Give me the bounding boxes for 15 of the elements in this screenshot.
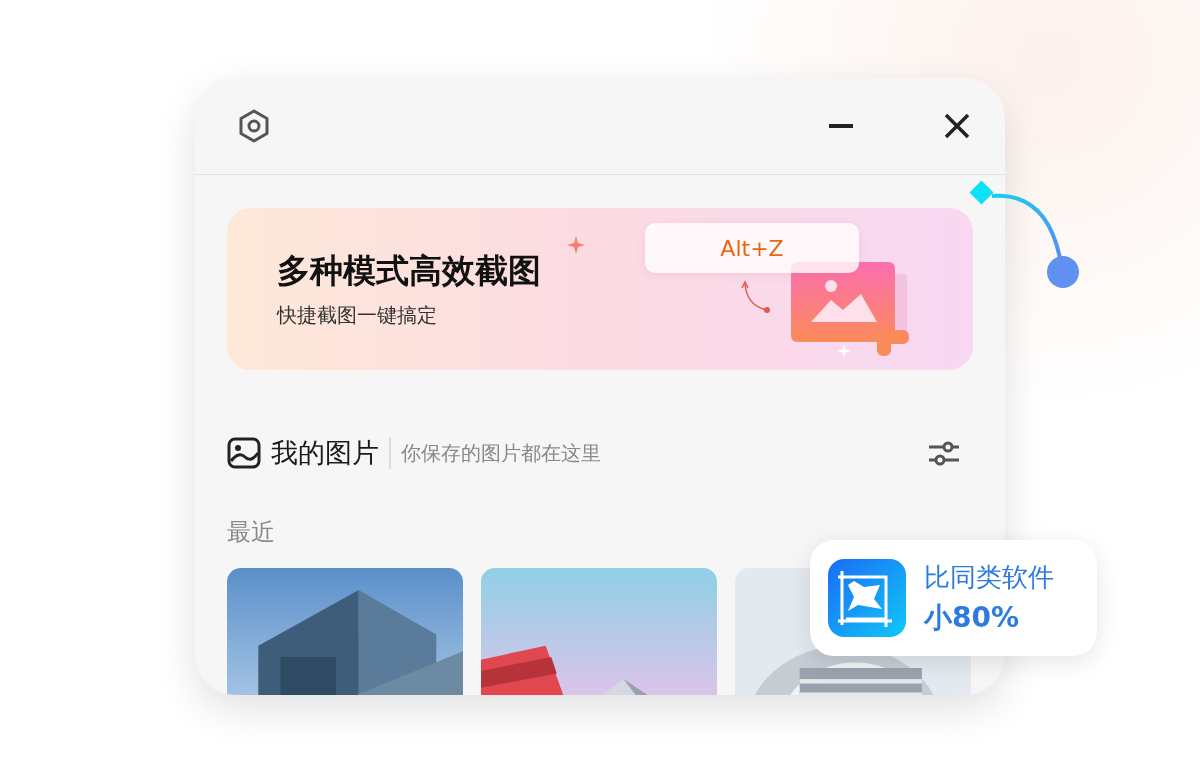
section-title: 我的图片 xyxy=(271,436,379,470)
app-logo-icon xyxy=(828,559,906,637)
image-icon xyxy=(227,437,261,469)
badge-text: 比同类软件 xyxy=(924,560,1054,594)
close-icon xyxy=(943,112,971,140)
settings-icon xyxy=(237,108,271,144)
recent-label: 最近 xyxy=(227,517,276,548)
sparkle-icon xyxy=(567,236,585,254)
banner-title: 多种模式高效截图 xyxy=(277,250,542,292)
minimize-icon xyxy=(829,124,853,128)
banner-subtitle: 快捷截图一键搞定 xyxy=(277,302,438,329)
sparkle-icon xyxy=(837,344,851,358)
section-subtitle: 你保存的图片都在这里 xyxy=(400,439,602,467)
badge-highlight: 小80% xyxy=(924,599,1021,636)
shortcut-key: Alt+Z xyxy=(645,223,859,273)
